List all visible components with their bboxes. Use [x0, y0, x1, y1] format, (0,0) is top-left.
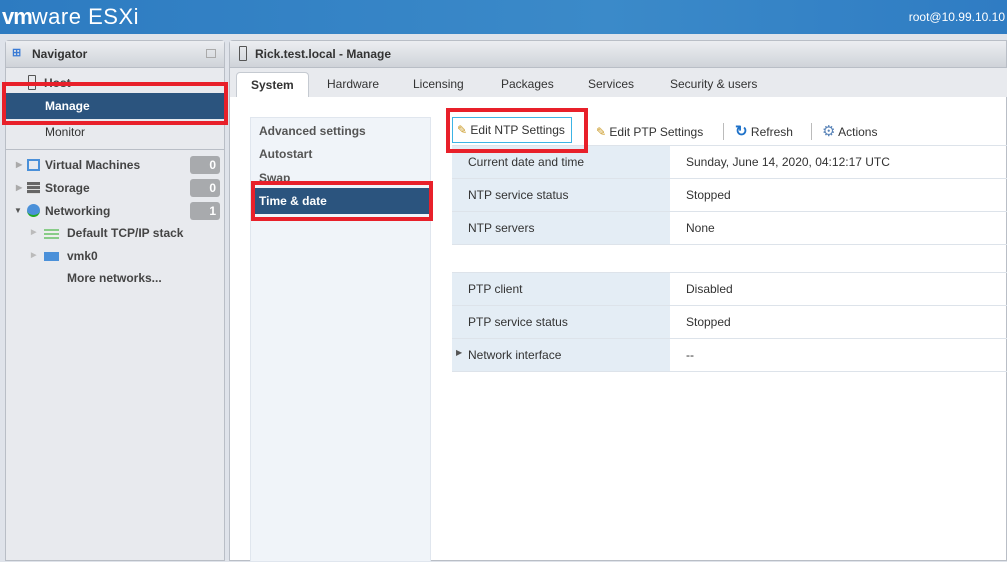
navigator-header: ⊞ Navigator — [6, 41, 224, 68]
highlight-box-edit-ntp — [446, 108, 588, 153]
main-header: Rick.test.local - Manage — [230, 41, 1006, 68]
nic-icon — [44, 252, 59, 261]
nav-virtual-machines[interactable]: ▶ Virtual Machines 0 — [6, 154, 224, 176]
vm-count-badge: 0 — [190, 156, 220, 174]
tab-packages[interactable]: Packages — [501, 72, 554, 97]
actions-button[interactable]: ⚙ Actions — [822, 121, 877, 143]
tcpip-stack-icon — [44, 229, 59, 239]
storage-count-badge: 0 — [190, 179, 220, 197]
host-icon — [239, 46, 247, 61]
side-autostart[interactable]: Autostart — [251, 141, 430, 167]
tab-licensing[interactable]: Licensing — [413, 72, 464, 97]
ntp-table: Current date and time Sunday, June 14, 20… — [452, 145, 1007, 245]
expand-icon[interactable]: ▶ — [16, 177, 22, 199]
collapse-arrow-icon[interactable]: ▼ — [14, 200, 22, 222]
nav-storage[interactable]: ▶ Storage 0 — [6, 177, 224, 199]
table-row[interactable]: ▶ Network interface -- — [452, 338, 1007, 372]
tab-security-users[interactable]: Security & users — [670, 72, 757, 97]
highlight-box-time-date — [251, 181, 433, 221]
table-row: PTP client Disabled — [452, 272, 1007, 306]
main-panel: Rick.test.local - Manage System Hardware… — [229, 40, 1007, 562]
nav-vmk0[interactable]: ▶ vmk0 — [6, 245, 224, 267]
networking-count-badge: 1 — [190, 202, 220, 220]
tab-services[interactable]: Services — [588, 72, 634, 97]
toolbar-separator — [723, 123, 724, 140]
expand-icon[interactable]: ▶ — [456, 348, 462, 357]
table-row: PTP service status Stopped — [452, 305, 1007, 339]
highlight-box-manage — [2, 82, 228, 125]
table-row: NTP servers None — [452, 211, 1007, 245]
ptp-table: PTP client Disabled PTP service status Sto… — [452, 272, 1007, 372]
vmware-esxi-logo: vmware ESXi — [2, 4, 140, 29]
nav-default-tcpip-stack[interactable]: ▶ Default TCP/IP stack — [6, 222, 224, 244]
toolbar-separator — [811, 123, 812, 140]
collapse-icon[interactable] — [206, 49, 216, 58]
gear-icon: ⚙ — [822, 123, 836, 140]
table-row: NTP service status Stopped — [452, 178, 1007, 212]
top-bar: vmware ESXi root@10.99.10.10 — [0, 0, 1007, 34]
tab-bar: System Hardware Licensing Packages Servi… — [230, 68, 1007, 97]
navigator-icon: ⊞ — [12, 47, 22, 59]
divider — [6, 149, 224, 150]
tab-system[interactable]: System — [236, 72, 309, 97]
refresh-button[interactable]: ↻ Refresh — [735, 121, 793, 143]
network-globe-icon — [27, 204, 40, 217]
pencil-icon: ✎ — [596, 125, 607, 139]
edit-ptp-settings-button[interactable]: ✎ Edit PTP Settings — [596, 121, 703, 143]
vm-icon — [27, 159, 40, 171]
storage-icon — [27, 182, 40, 194]
refresh-icon: ↻ — [735, 123, 748, 140]
user-menu[interactable]: root@10.99.10.10 — [909, 10, 1005, 24]
tab-hardware[interactable]: Hardware — [327, 72, 379, 97]
nav-networking[interactable]: ▼ Networking 1 — [6, 200, 224, 222]
expand-icon[interactable]: ▶ — [31, 222, 36, 244]
expand-icon[interactable]: ▶ — [16, 154, 22, 176]
nav-more-networks[interactable]: More networks... — [6, 267, 224, 289]
expand-icon[interactable]: ▶ — [31, 245, 36, 267]
